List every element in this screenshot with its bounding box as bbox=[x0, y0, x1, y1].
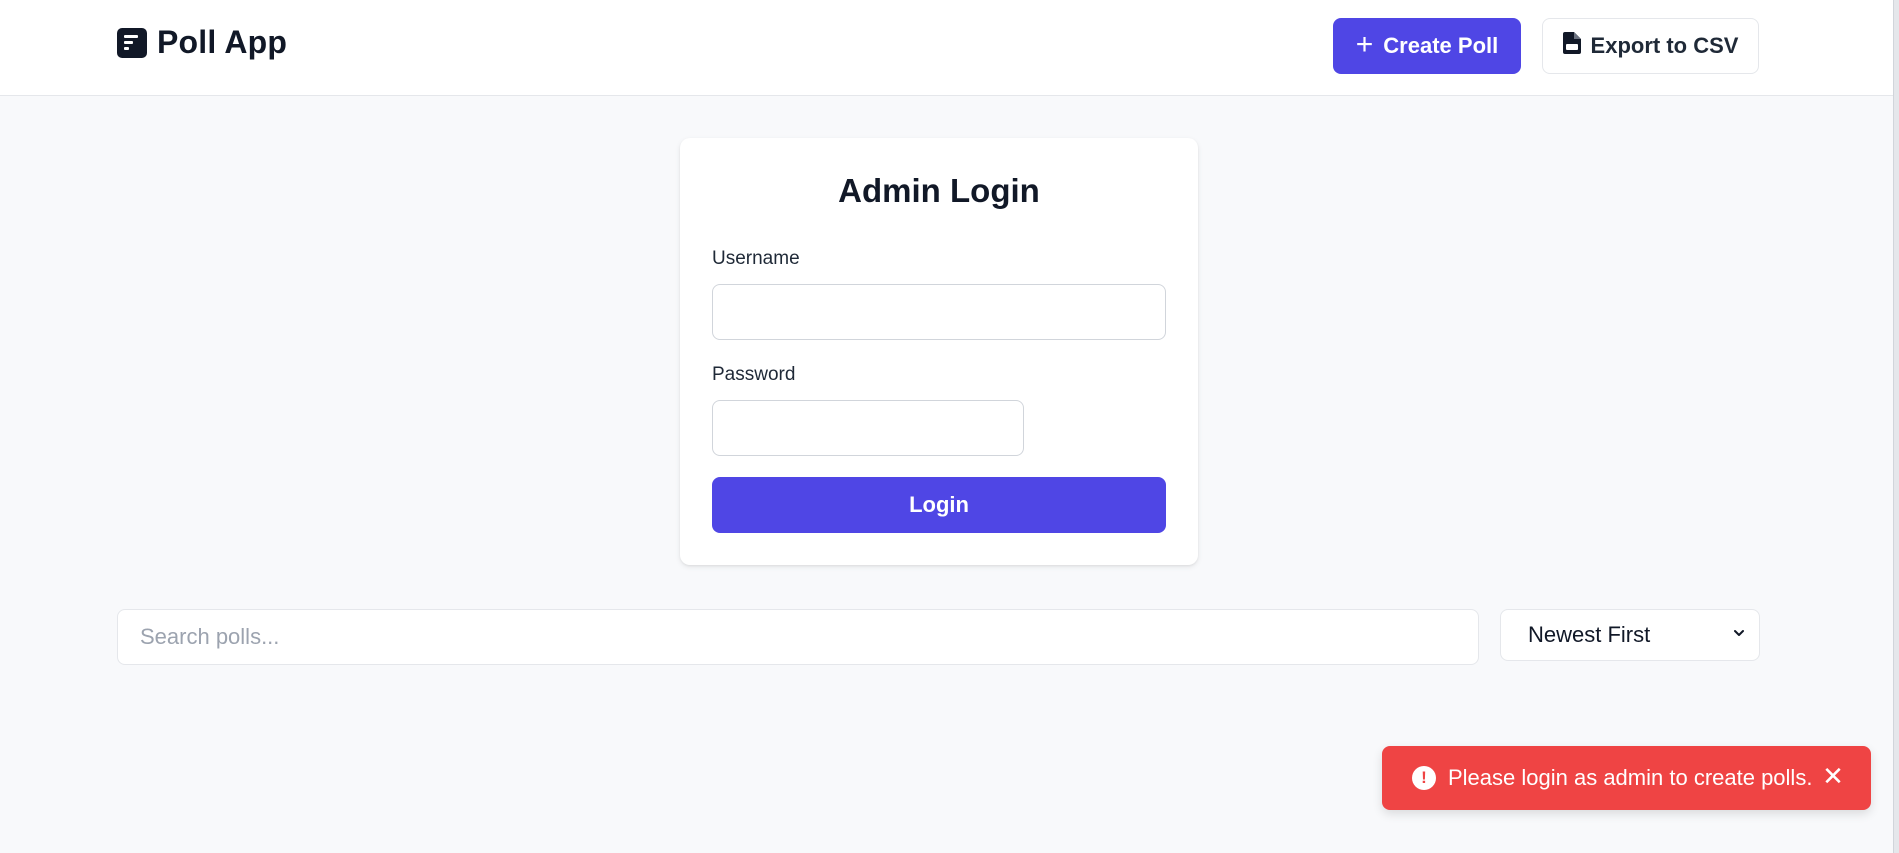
alert-circle-icon: ! bbox=[1412, 766, 1436, 790]
admin-login-card: Admin Login Username Password Login bbox=[680, 138, 1198, 565]
poll-logo-icon bbox=[117, 27, 147, 58]
app-viewport: Poll App + Create Poll Export to CSV Adm… bbox=[0, 0, 1893, 853]
username-input[interactable] bbox=[712, 284, 1166, 340]
create-poll-button[interactable]: + Create Poll bbox=[1333, 18, 1521, 74]
chevron-down-icon bbox=[1734, 630, 1744, 636]
error-toast: ! Please login as admin to create polls.… bbox=[1382, 746, 1871, 810]
export-csv-button[interactable]: Export to CSV bbox=[1542, 18, 1759, 74]
login-title: Admin Login bbox=[838, 172, 1040, 209]
search-input[interactable] bbox=[117, 609, 1479, 665]
plus-icon: + bbox=[1355, 27, 1374, 61]
top-header: Poll App + Create Poll Export to CSV bbox=[0, 0, 1893, 96]
vertical-scrollbar[interactable] bbox=[1893, 0, 1899, 853]
password-label: Password bbox=[712, 364, 796, 385]
brand[interactable]: Poll App bbox=[117, 24, 287, 61]
csv-file-icon bbox=[1562, 32, 1581, 60]
sort-selected-value: Newest First bbox=[1528, 622, 1651, 647]
toast-message: Please login as admin to create polls. bbox=[1448, 765, 1813, 790]
app-title: Poll App bbox=[157, 24, 288, 60]
export-csv-label: Export to CSV bbox=[1590, 33, 1739, 58]
sort-select[interactable]: Newest First bbox=[1500, 609, 1760, 661]
username-label: Username bbox=[712, 248, 800, 269]
create-poll-label: Create Poll bbox=[1383, 33, 1499, 58]
close-icon[interactable]: ✕ bbox=[1819, 763, 1847, 791]
login-button[interactable]: Login bbox=[712, 477, 1166, 533]
password-input[interactable] bbox=[712, 400, 1024, 456]
